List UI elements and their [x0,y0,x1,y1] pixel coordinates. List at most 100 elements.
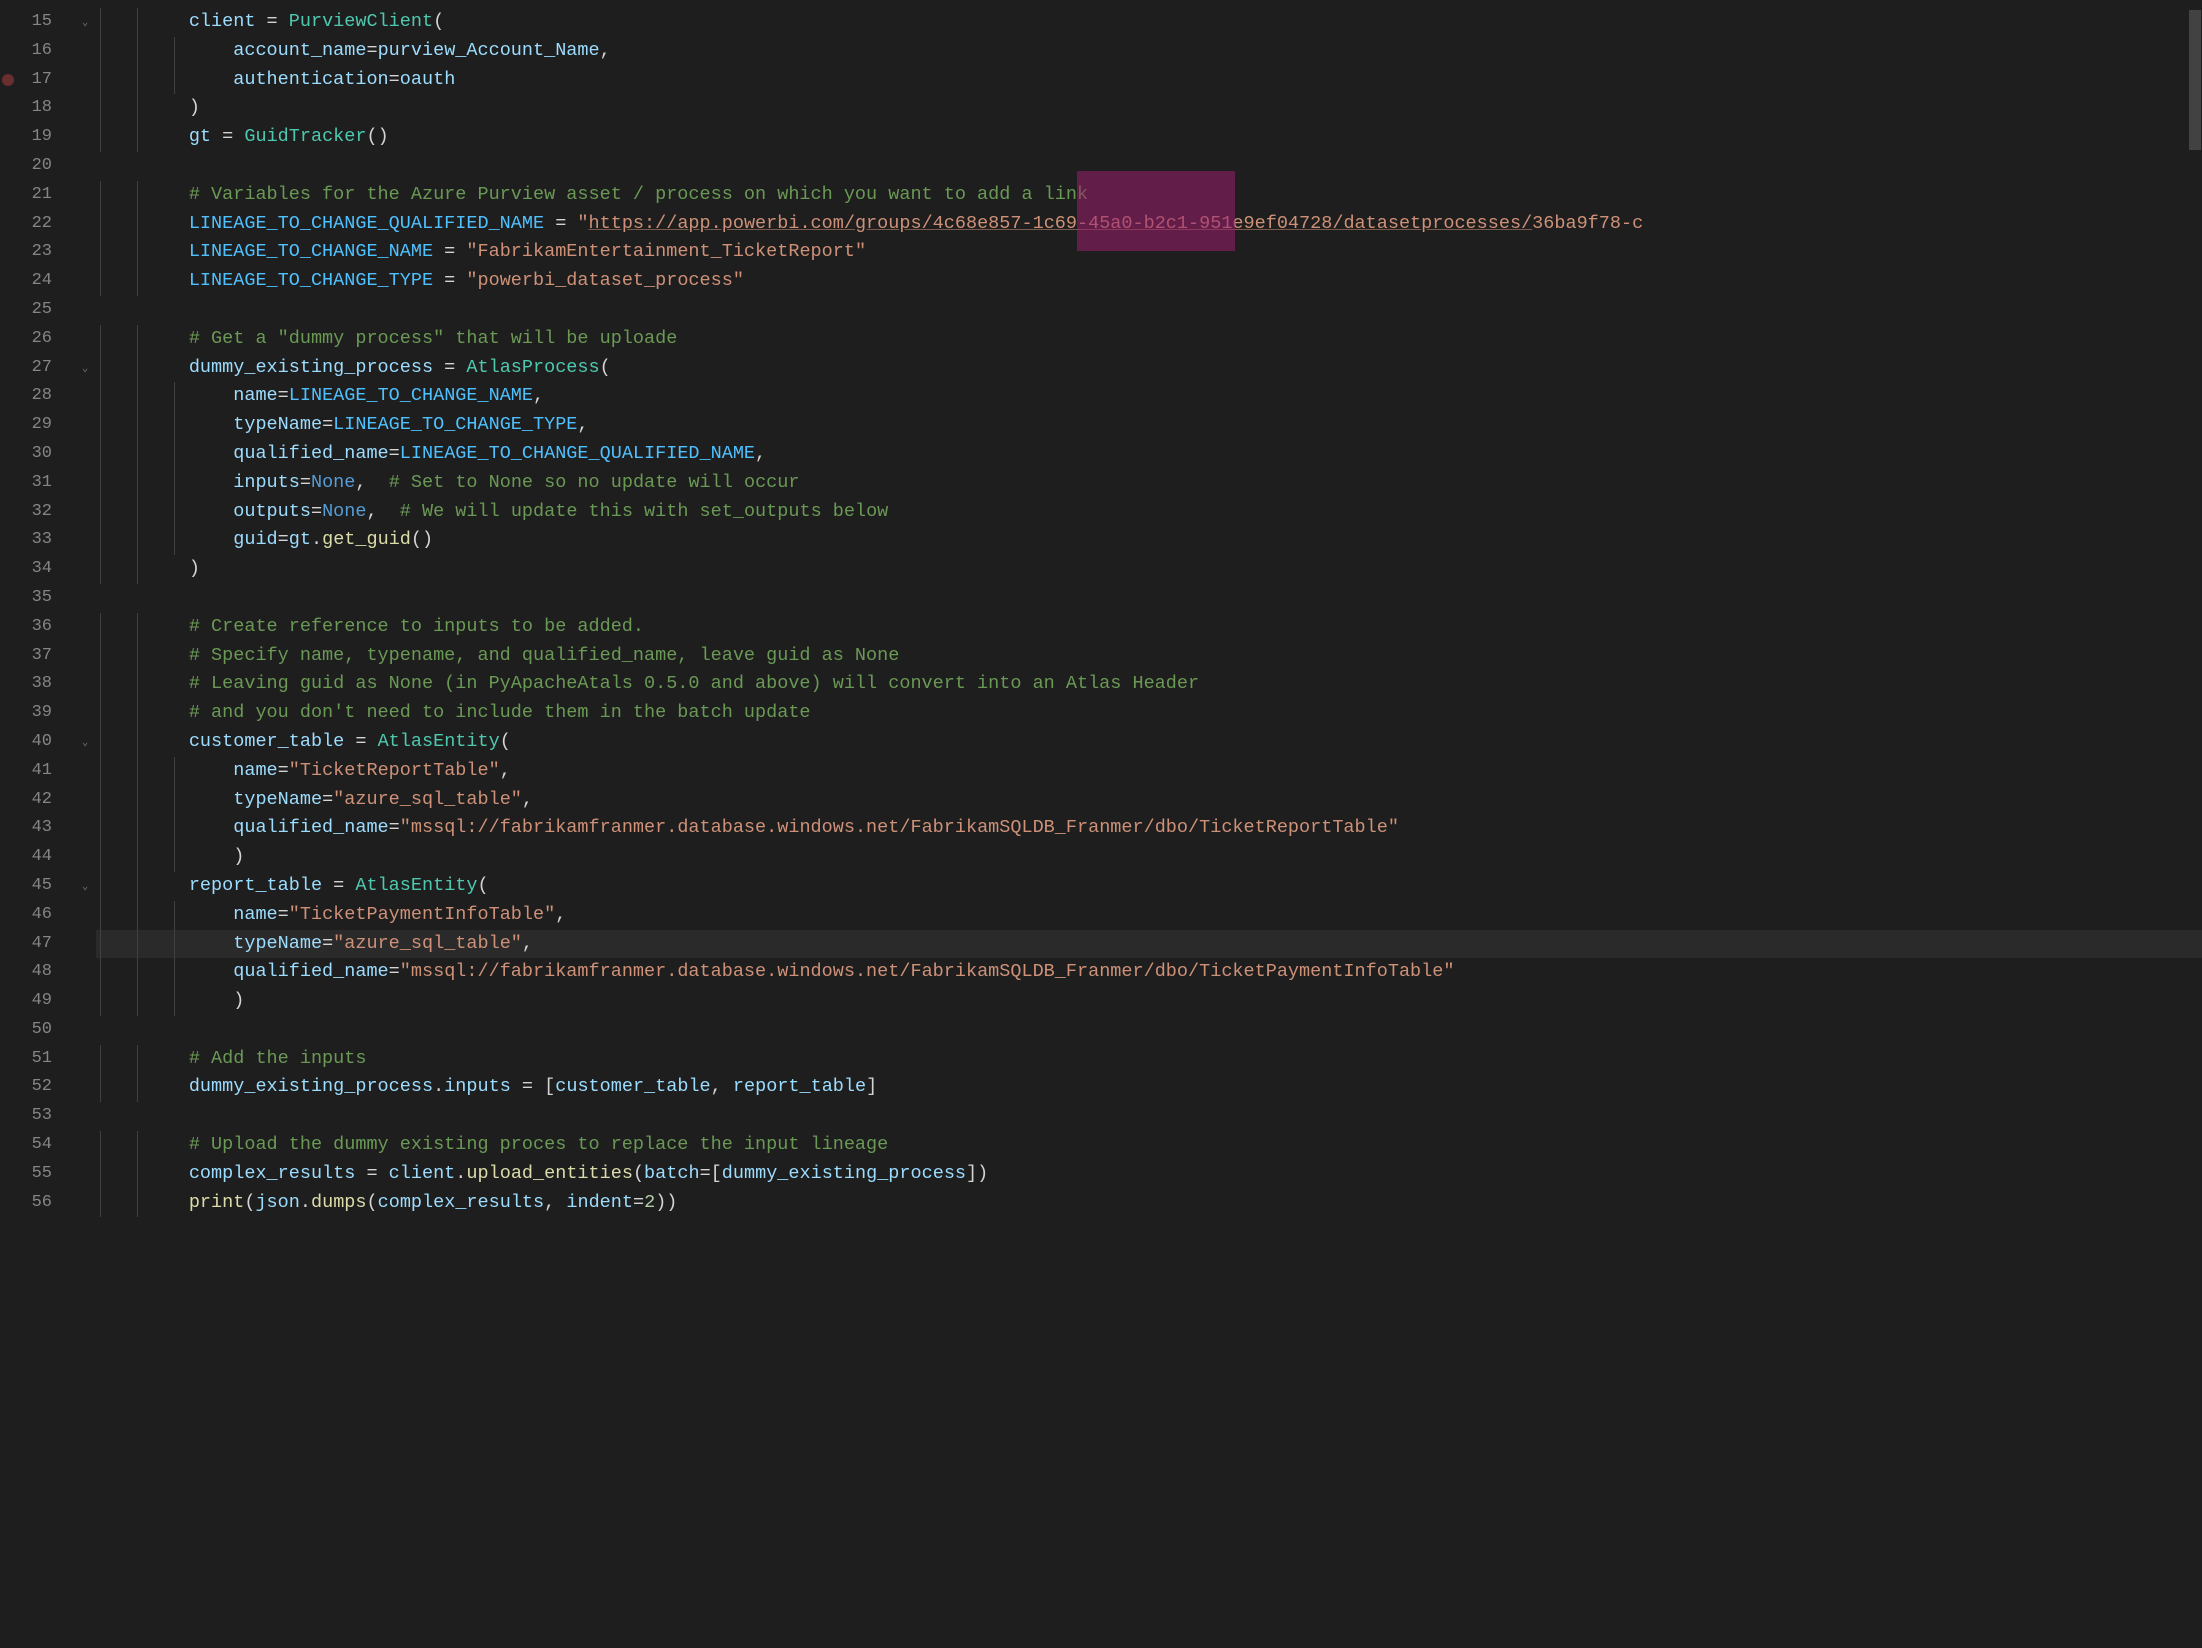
fold-chevron-icon[interactable] [74,843,96,872]
fold-chevron-icon[interactable] [74,181,96,210]
fold-chevron-icon[interactable] [74,670,96,699]
code-token: client [189,11,256,32]
indent-guide [100,757,101,786]
code-line[interactable]: account_name=purview_Account_Name, [96,37,2202,66]
fold-chevron-icon[interactable] [74,210,96,239]
code-line[interactable] [96,152,2202,181]
code-token: ) [233,846,244,867]
fold-chevron-icon[interactable] [74,94,96,123]
code-line[interactable]: typeName="azure_sql_table", [96,786,2202,815]
code-line[interactable] [96,1102,2202,1131]
code-line[interactable]: ) [96,987,2202,1016]
fold-chevron-icon[interactable] [74,1131,96,1160]
code-line[interactable]: # Specify name, typename, and qualified_… [96,642,2202,671]
code-line[interactable]: customer_table = AtlasEntity( [96,728,2202,757]
code-line[interactable]: client = PurviewClient( [96,8,2202,37]
code-token: , [600,40,611,61]
fold-chevron-icon[interactable] [74,37,96,66]
fold-chevron-icon[interactable] [74,267,96,296]
fold-chevron-icon[interactable]: ⌄ [74,354,96,383]
line-number: 28 [0,382,74,411]
code-line[interactable] [96,296,2202,325]
fold-chevron-icon[interactable] [74,123,96,152]
code-line[interactable]: name="TicketReportTable", [96,757,2202,786]
code-line[interactable]: name=LINEAGE_TO_CHANGE_NAME, [96,382,2202,411]
fold-chevron-icon[interactable] [74,555,96,584]
code-line[interactable]: qualified_name=LINEAGE_TO_CHANGE_QUALIFI… [96,440,2202,469]
fold-chevron-icon[interactable] [74,930,96,959]
code-line[interactable]: qualified_name="mssql://fabrikamfranmer.… [96,814,2202,843]
code-line[interactable]: # and you don't need to include them in … [96,699,2202,728]
code-line[interactable]: dummy_existing_process.inputs = [custome… [96,1073,2202,1102]
code-line[interactable]: # Get a "dummy process" that will be upl… [96,325,2202,354]
fold-chevron-icon[interactable] [74,469,96,498]
fold-chevron-icon[interactable] [74,296,96,325]
code-line[interactable]: authentication=oauth [96,66,2202,95]
fold-chevron-icon[interactable] [74,152,96,181]
code-line[interactable] [96,584,2202,613]
code-line[interactable]: print(json.dumps(complex_results, indent… [96,1189,2202,1218]
code-editor[interactable]: 1516171819202122232425262728293031323334… [0,0,2202,1648]
fold-chevron-icon[interactable] [74,382,96,411]
code-token: = [700,1163,711,1184]
fold-chevron-icon[interactable] [74,987,96,1016]
fold-chevron-icon[interactable] [74,440,96,469]
fold-chevron-icon[interactable] [74,238,96,267]
fold-chevron-icon[interactable] [74,1016,96,1045]
fold-chevron-icon[interactable] [74,66,96,95]
code-line[interactable]: ) [96,555,2202,584]
code-line[interactable]: # Add the inputs [96,1045,2202,1074]
code-line[interactable]: # Create reference to inputs to be added… [96,613,2202,642]
fold-chevron-icon[interactable]: ⌄ [74,728,96,757]
code-line[interactable]: complex_results = client.upload_entities… [96,1160,2202,1189]
fold-chevron-icon[interactable] [74,757,96,786]
code-token: json [255,1192,299,1213]
fold-chevron-icon[interactable] [74,814,96,843]
code-line[interactable]: gt = GuidTracker() [96,123,2202,152]
fold-chevron-icon[interactable] [74,526,96,555]
fold-chevron-icon[interactable] [74,411,96,440]
fold-chevron-icon[interactable]: ⌄ [74,8,96,37]
code-token: ( [633,1163,644,1184]
code-line[interactable]: LINEAGE_TO_CHANGE_TYPE = "powerbi_datase… [96,267,2202,296]
fold-chevron-icon[interactable] [74,642,96,671]
fold-chevron-icon[interactable] [74,901,96,930]
code-line[interactable]: qualified_name="mssql://fabrikamfranmer.… [96,958,2202,987]
code-line[interactable]: typeName=LINEAGE_TO_CHANGE_TYPE, [96,411,2202,440]
line-number: 15 [0,8,74,37]
code-content[interactable]: client = PurviewClient( account_name=pur… [96,0,2202,1648]
fold-chevron-icon[interactable] [74,613,96,642]
code-line[interactable] [96,1016,2202,1045]
code-line[interactable]: dummy_existing_process = AtlasProcess( [96,354,2202,383]
line-number: 24 [0,267,74,296]
indent-guide [100,814,101,843]
fold-chevron-icon[interactable] [74,1189,96,1218]
fold-chevron-icon[interactable] [74,1102,96,1131]
code-line[interactable]: name="TicketPaymentInfoTable", [96,901,2202,930]
code-line[interactable]: report_table = AtlasEntity( [96,872,2202,901]
code-line[interactable]: ) [96,843,2202,872]
code-line[interactable]: LINEAGE_TO_CHANGE_NAME = "FabrikamEntert… [96,238,2202,267]
code-line[interactable]: ) [96,94,2202,123]
code-line[interactable]: # Leaving guid as None (in PyApacheAtals… [96,670,2202,699]
code-line[interactable]: LINEAGE_TO_CHANGE_QUALIFIED_NAME = "http… [96,210,2202,239]
fold-chevron-icon[interactable] [74,584,96,613]
fold-chevron-icon[interactable] [74,498,96,527]
fold-chevron-icon[interactable] [74,958,96,987]
breakpoint-indicator[interactable] [2,74,14,86]
code-line[interactable]: # Variables for the Azure Purview asset … [96,181,2202,210]
code-line[interactable]: # Upload the dummy existing proces to re… [96,1131,2202,1160]
fold-chevron-icon[interactable] [74,699,96,728]
code-line[interactable]: typeName="azure_sql_table", [96,930,2202,959]
fold-chevron-icon[interactable] [74,1045,96,1074]
fold-chevron-icon[interactable] [74,325,96,354]
fold-chevron-icon[interactable] [74,786,96,815]
fold-chevron-icon[interactable] [74,1160,96,1189]
code-line[interactable]: guid=gt.get_guid() [96,526,2202,555]
code-line[interactable]: outputs=None, # We will update this with… [96,498,2202,527]
fold-chevron-icon[interactable] [74,1073,96,1102]
scrollbar-thumb[interactable] [2189,10,2201,150]
fold-chevron-icon[interactable]: ⌄ [74,872,96,901]
code-line[interactable]: inputs=None, # Set to None so no update … [96,469,2202,498]
vertical-scrollbar[interactable] [2188,0,2202,1648]
